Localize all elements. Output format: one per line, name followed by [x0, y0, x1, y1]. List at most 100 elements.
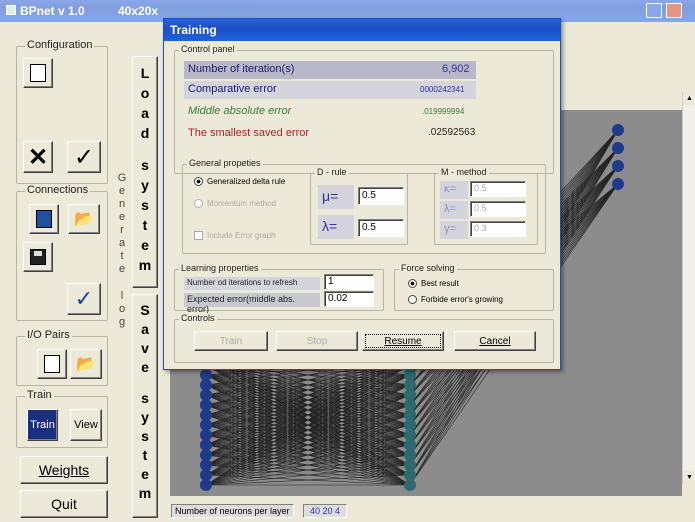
- view-button-label: View: [74, 419, 98, 431]
- generate-letter: n: [118, 198, 126, 210]
- open-connections-button[interactable]: 📂: [68, 204, 100, 234]
- scroll-down-arrow-icon[interactable]: ▼: [683, 471, 695, 484]
- neuron-node[interactable]: [612, 178, 624, 190]
- include-error-checkbox[interactable]: Include Error graph: [194, 231, 275, 240]
- train-dialog-button[interactable]: Train: [194, 331, 268, 351]
- generate-letter: e: [118, 185, 126, 197]
- open-io-pairs-button[interactable]: 📂: [70, 349, 102, 379]
- iterations-label: Number of iteration(s): [188, 63, 295, 75]
- vertical-scrollbar[interactable]: ▲ ▼: [682, 92, 695, 484]
- floppy-icon: [30, 249, 46, 265]
- check-icon: ✓: [74, 286, 94, 311]
- generate-letter: e: [118, 211, 126, 223]
- momentum-label: Momentum method: [207, 199, 276, 208]
- mu-symbol: μ=: [318, 185, 354, 209]
- scroll-up-arrow-icon[interactable]: ▲: [683, 92, 695, 105]
- train-button-label: Train: [30, 419, 55, 431]
- load-system-button[interactable]: L o a d s y s t e m: [132, 56, 158, 288]
- mu-input[interactable]: 0.5: [358, 187, 404, 205]
- load-letter: m: [138, 257, 152, 273]
- forbid-growing-radio[interactable]: Forbide error's growing: [408, 295, 503, 304]
- save-letter: t: [142, 447, 148, 463]
- neurons-value: 40 20 4: [303, 504, 348, 518]
- resume-button[interactable]: Resume: [362, 331, 444, 351]
- close-button[interactable]: [666, 3, 682, 18]
- d-rule-label: D - rule: [315, 167, 349, 177]
- momentum-radio[interactable]: Momentum method: [194, 199, 276, 208]
- io-pairs-label: I/O Pairs: [25, 329, 72, 341]
- weights-button-label: Weights: [38, 462, 90, 478]
- weights-button[interactable]: Weights: [20, 456, 108, 484]
- folder-open-icon: 📂: [74, 211, 94, 228]
- cancel-button[interactable]: Cancel: [454, 331, 536, 351]
- learning-properties-label: Learning properties: [179, 263, 261, 273]
- radio-selected-icon: [194, 177, 203, 186]
- main-title-extra: 40x20x: [118, 4, 159, 18]
- log-letter: l: [120, 290, 124, 302]
- comparative-value: 0000242341: [420, 85, 465, 94]
- save-connections-button[interactable]: [23, 242, 53, 272]
- expected-input[interactable]: 0.02: [324, 291, 374, 307]
- generate-log-vertical: G e n e r a t e l o g: [114, 172, 130, 329]
- radio-selected-icon: [408, 279, 417, 288]
- checkbox-icon: [194, 231, 203, 240]
- quit-button[interactable]: Quit: [20, 490, 108, 518]
- connections-label: Connections: [25, 184, 91, 196]
- middle-label: Middle absolute error: [188, 105, 292, 117]
- lambda-symbol: λ=: [318, 215, 354, 239]
- refresh-input[interactable]: 1: [324, 274, 374, 290]
- confirm-connections-button[interactable]: ✓: [67, 283, 101, 315]
- new-config-button[interactable]: [23, 58, 53, 88]
- save-system-button[interactable]: S a v e s y s t e m: [132, 294, 158, 518]
- status-bar: Number of neurons per layer 40 20 4: [165, 500, 695, 522]
- new-connections-button[interactable]: [29, 204, 59, 234]
- best-result-radio[interactable]: Best result: [408, 279, 459, 288]
- new-io-pairs-button[interactable]: [37, 349, 67, 379]
- kappa-input[interactable]: 0.5: [470, 181, 526, 197]
- force-solving-group: Force solving: [394, 263, 554, 311]
- minimize-button[interactable]: [646, 3, 662, 18]
- generalized-delta-label: Generalized delta rule: [207, 177, 286, 186]
- neuron-node[interactable]: [612, 142, 624, 154]
- neuron-node[interactable]: [612, 160, 624, 172]
- load-letter: a: [141, 105, 149, 121]
- load-system-label: L o a d s y s t e m: [139, 63, 151, 275]
- expected-label: Expected error(middle abs. error): [184, 293, 320, 314]
- generate-letter: r: [120, 224, 124, 236]
- train-button[interactable]: Train: [27, 409, 58, 441]
- log-letter: o: [118, 303, 126, 315]
- m-lambda-input[interactable]: 0.5: [470, 201, 526, 217]
- load-letter: o: [140, 85, 150, 101]
- lambda-input[interactable]: 0.5: [358, 219, 404, 237]
- middle-value: .019999994: [422, 107, 465, 116]
- gamma-input[interactable]: 0.3: [470, 221, 526, 237]
- m-method-label: M - method: [439, 167, 489, 177]
- generate-letter: a: [118, 237, 126, 249]
- save-letter: a: [141, 321, 149, 337]
- configuration-label: Configuration: [25, 39, 95, 51]
- include-error-label: Include Error graph: [207, 231, 276, 240]
- stop-button[interactable]: Stop: [276, 331, 358, 351]
- generate-letter: e: [118, 263, 126, 275]
- load-letter: s: [141, 157, 149, 173]
- best-result-label: Best result: [421, 279, 459, 288]
- generalized-delta-radio[interactable]: Generalized delta rule: [194, 177, 285, 186]
- cancel-config-button[interactable]: ✕: [23, 141, 53, 173]
- view-button[interactable]: View: [70, 409, 102, 441]
- cancel-button-label: Cancel: [479, 335, 511, 347]
- radio-empty-icon: [408, 295, 417, 304]
- radio-empty-icon: [194, 199, 203, 208]
- load-letter: t: [142, 217, 148, 233]
- log-letter: g: [118, 316, 126, 328]
- confirm-config-button[interactable]: ✓: [67, 141, 101, 173]
- neuron-node[interactable]: [612, 124, 624, 136]
- forbid-growing-label: Forbide error's growing: [421, 295, 504, 304]
- force-solving-label: Force solving: [399, 263, 457, 273]
- generate-letter: G: [117, 172, 127, 184]
- save-letter: e: [141, 359, 149, 375]
- save-letter: e: [141, 466, 149, 482]
- training-dialog-title: Training: [170, 23, 217, 37]
- kappa-symbol: κ=: [440, 181, 468, 199]
- neuron-node[interactable]: [200, 479, 212, 491]
- neuron-node[interactable]: [404, 479, 416, 491]
